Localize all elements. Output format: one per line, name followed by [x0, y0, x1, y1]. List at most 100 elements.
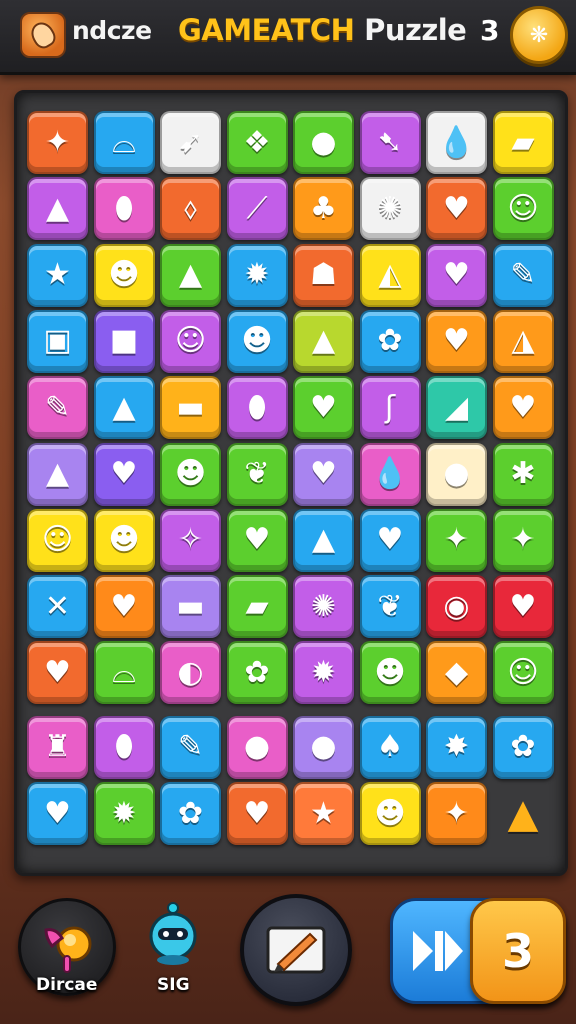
coin-counter: 3 [480, 14, 500, 47]
tile-r6-c7[interactable]: ✦ [492, 508, 554, 572]
tile-r9-c1[interactable]: ⬮ [93, 715, 155, 779]
tile-r5-c2[interactable]: ☻ [160, 442, 221, 506]
tile-r6-c0[interactable]: ☺ [27, 508, 88, 572]
tile-r3-c2[interactable]: ☺ [160, 309, 221, 373]
tile-r4-c7[interactable]: ♥ [492, 376, 554, 440]
tile-r9-c4[interactable]: ● [293, 715, 354, 779]
tile-r3-c1[interactable]: ■ [93, 309, 155, 373]
tile-r8-c6[interactable]: ◆ [426, 641, 487, 705]
tile-r2-c2[interactable]: ▲ [160, 243, 221, 307]
tile-r5-c4[interactable]: ♥ [293, 442, 354, 506]
game-title-part1: GAMEATCH [178, 13, 355, 47]
tile-r6-c3[interactable]: ♥ [226, 508, 288, 572]
tile-r1-c3[interactable]: ⟋ [226, 177, 288, 241]
character-button[interactable] [146, 902, 200, 968]
tile-r8-c2[interactable]: ◐ [160, 641, 221, 705]
tile-r5-c0[interactable]: ▲ [27, 442, 88, 506]
tile-r2-c1[interactable]: ☻ [93, 243, 155, 307]
tile-r1-c0[interactable]: ▲ [27, 177, 88, 241]
tile-r9-c7[interactable]: ✿ [492, 715, 554, 779]
tile-r7-c6[interactable]: ◉ [426, 575, 487, 639]
tile-r0-c3[interactable]: ❖ [226, 111, 288, 174]
tile-r4-c5[interactable]: ʃ [359, 376, 421, 440]
tile-r2-c7[interactable]: ✎ [492, 243, 554, 307]
tile-r4-c2[interactable]: ▬ [160, 376, 221, 440]
skip-icon [413, 931, 463, 971]
tile-r1-c2[interactable]: ⬨ [160, 177, 221, 241]
tile-r7-c7[interactable]: ♥ [492, 575, 554, 639]
tile-r8-c0[interactable]: ♥ [27, 641, 88, 705]
tile-r8-c4[interactable]: ✹ [293, 641, 354, 705]
tile-r9-c0[interactable]: ♜ [27, 715, 88, 779]
tile-r4-c4[interactable]: ♥ [293, 376, 354, 440]
tile-r1-c7[interactable]: ☺ [492, 177, 554, 241]
tile-r4-c6[interactable]: ◢ [426, 376, 487, 440]
tile-r5-c3[interactable]: ❦ [226, 442, 288, 506]
tile-r0-c2[interactable]: ➹ [160, 111, 221, 174]
top-bar: ndcze GAMEATCH Puzzle 3 ❋ [0, 0, 576, 75]
tile-r0-c4[interactable]: ● [293, 111, 354, 174]
edit-button[interactable] [240, 894, 352, 1006]
tile-r7-c3[interactable]: ▰ [226, 575, 288, 639]
tile-r10-c6[interactable]: ✦ [426, 782, 487, 845]
tile-r7-c2[interactable]: ▬ [160, 575, 221, 639]
character-icon [149, 902, 197, 965]
tile-r6-c4[interactable]: ▲ [293, 508, 354, 572]
game-board: ✦ ⌓ ➹ ❖ ● ➷ 💧 ▰ ▲ ⬮ ⬨ ⟋ ♣ ✺ ♥ ☺ ★ ☻ ▲ ✹ ☗ ◭ ♥ ✎ ▣ ■ ☺ ☻ ▲ ✿ ♥ ◮ ✎ ▲ ▬ ⬮ ♥ ʃ ◢ ♥… [14, 90, 568, 876]
tile-r3-c5[interactable]: ✿ [359, 309, 421, 373]
app-logo-icon[interactable] [20, 12, 66, 58]
tile-r5-c7[interactable]: ✱ [492, 442, 554, 506]
tile-r7-c4[interactable]: ✺ [293, 575, 354, 639]
tile-r10-c2[interactable]: ✿ [160, 782, 221, 845]
tile-r0-c0[interactable]: ✦ [27, 111, 88, 174]
tile-r10-c5[interactable]: ☻ [359, 782, 421, 845]
tile-r3-c4[interactable]: ▲ [293, 309, 354, 373]
tile-r9-c3[interactable]: ● [226, 715, 288, 779]
tile-r3-c0[interactable]: ▣ [27, 309, 88, 373]
tile-r5-c6[interactable]: ● [426, 442, 487, 506]
tile-r7-c1[interactable]: ♥ [93, 575, 155, 639]
tile-r2-c3[interactable]: ✹ [226, 243, 288, 307]
pencil-icon [266, 926, 326, 974]
tile-r6-c2[interactable]: ✧ [160, 508, 221, 572]
tile-r0-c6[interactable]: 💧 [426, 111, 487, 174]
tile-r10-c4[interactable]: ★ [293, 782, 354, 845]
tile-r2-c4[interactable]: ☗ [293, 243, 354, 307]
tile-r10-c1[interactable]: ✹ [93, 782, 155, 845]
tile-r4-c3[interactable]: ⬮ [226, 376, 288, 440]
tile-r0-c1[interactable]: ⌓ [93, 111, 155, 174]
tile-r3-c3[interactable]: ☻ [226, 309, 288, 373]
tile-r6-c6[interactable]: ✦ [426, 508, 487, 572]
tile-r6-c1[interactable]: ☻ [93, 508, 155, 572]
tile-r3-c6[interactable]: ♥ [426, 309, 487, 373]
tile-r1-c1[interactable]: ⬮ [93, 177, 155, 241]
tile-r9-c2[interactable]: ✎ [160, 715, 221, 779]
tile-r8-c5[interactable]: ☻ [359, 641, 421, 705]
tile-r4-c0[interactable]: ✎ [27, 376, 88, 440]
tile-r0-c5[interactable]: ➷ [359, 111, 421, 174]
tile-r4-c1[interactable]: ▲ [93, 376, 155, 440]
coin-icon[interactable]: ❋ [510, 6, 568, 64]
tile-r2-c6[interactable]: ♥ [426, 243, 487, 307]
tile-r8-c3[interactable]: ✿ [226, 641, 288, 705]
tile-r10-c3[interactable]: ♥ [226, 782, 288, 845]
tile-r8-c1[interactable]: ⌓ [93, 641, 155, 705]
tile-r0-c7[interactable]: ▰ [492, 111, 554, 174]
tile-r7-c5[interactable]: ❦ [359, 575, 421, 639]
tile-r1-c6[interactable]: ♥ [426, 177, 487, 241]
tile-r10-c7[interactable]: ▲ [493, 782, 554, 845]
tile-r8-c7[interactable]: ☺ [492, 641, 554, 705]
tile-r2-c5[interactable]: ◭ [359, 243, 421, 307]
tile-r7-c0[interactable]: ✕ [27, 575, 88, 639]
tile-r9-c5[interactable]: ♠ [359, 715, 421, 779]
tile-r9-c6[interactable]: ✸ [426, 715, 487, 779]
tile-r1-c5[interactable]: ✺ [359, 177, 421, 241]
tile-r5-c5[interactable]: 💧 [359, 442, 421, 506]
tile-r5-c1[interactable]: ♥ [93, 442, 155, 506]
tile-r2-c0[interactable]: ★ [27, 243, 88, 307]
tile-r10-c0[interactable]: ♥ [27, 782, 88, 845]
hammer-icon [44, 926, 92, 973]
tile-r1-c4[interactable]: ♣ [293, 177, 354, 241]
tile-r3-c7[interactable]: ◮ [492, 309, 554, 373]
tile-r6-c5[interactable]: ♥ [359, 508, 421, 572]
